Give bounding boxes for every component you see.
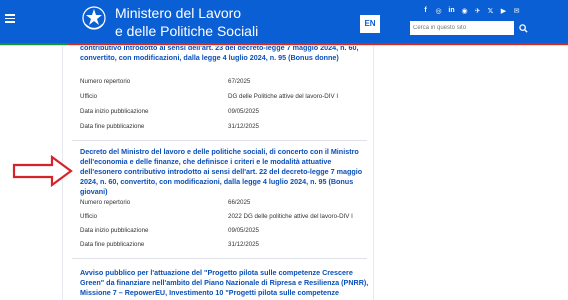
rss-icon[interactable]: ◉ [460,6,469,15]
meta-row: Ufficio 2022 DG delle politiche attive de… [80,213,370,223]
meta-row: Data inizio pubblicazione 09/05/2025 [80,108,370,118]
instagram-icon[interactable]: ◎ [434,6,443,15]
social-links: f ◎ in ◉ ✈ 𝕏 ▶ ✉ [421,6,521,15]
meta-value: 09/05/2025 [228,108,259,115]
item-title-link[interactable]: Avviso pubblico per l'attuazione del "Pr… [80,268,370,300]
meta-value: 67/2025 [228,78,251,85]
meta-value: 31/12/2025 [228,241,259,248]
telegram-icon[interactable]: ✈ [473,6,482,15]
meta-value: 2022 DG delle politiche attive del lavor… [228,213,353,220]
meta-row: Data fine pubblicazione 31/12/2025 [80,241,370,251]
list-item: Decreto del Ministro del lavoro e delle … [80,147,370,197]
facebook-icon[interactable]: f [421,6,430,15]
meta-label: Data fine pubblicazione [80,123,145,130]
meta-row: Data inizio pubblicazione 09/05/2025 [80,227,370,237]
meta-label: Numero repertorio [80,199,131,206]
linkedin-icon[interactable]: in [447,6,456,15]
meta-label: Ufficio [80,93,98,100]
meta-label: Data inizio pubblicazione [80,108,149,115]
site-title-line1: Ministero del Lavoro [115,5,242,21]
meta-value: 09/05/2025 [228,227,259,234]
list-item: contributivo introdotto ai sensi dell'ar… [80,46,370,63]
divider [72,140,367,141]
search-icon [518,23,528,33]
red-arrow-annotation [12,154,73,188]
email-icon[interactable]: ✉ [512,6,521,15]
divider [72,258,367,259]
site-title[interactable]: Ministero del Lavoro e delle Politiche S… [115,4,258,40]
decree-list: contributivo introdotto ai sensi dell'ar… [62,46,374,300]
meta-row: Ufficio DG delle Politiche attive del lav… [80,93,370,103]
meta-value: 66/2025 [228,199,251,206]
meta-row: Numero repertorio 67/2025 [80,78,370,88]
meta-label: Data inizio pubblicazione [80,227,149,234]
meta-label: Ufficio [80,213,98,220]
list-item: Avviso pubblico per l'attuazione del "Pr… [80,268,370,300]
site-title-line2: e delle Politiche Sociali [115,23,259,39]
meta-label: Numero repertorio [80,78,131,85]
meta-value: DG delle Politiche attive del lavoro-DIV… [228,93,339,100]
meta-value: 31/12/2025 [228,123,259,130]
item-title-link[interactable]: contributivo introdotto ai sensi dell'ar… [80,46,370,63]
search-input[interactable] [410,21,514,35]
menu-icon[interactable] [5,14,15,23]
republic-emblem-icon[interactable] [81,4,107,34]
x-icon[interactable]: 𝕏 [486,6,495,15]
youtube-icon[interactable]: ▶ [499,6,508,15]
language-button[interactable]: EN [360,15,380,33]
meta-row: Data fine pubblicazione 31/12/2025 [80,123,370,133]
item-title-link[interactable]: Decreto del Ministro del lavoro e delle … [80,147,370,197]
search-button[interactable] [516,21,530,35]
meta-row: Numero repertorio 66/2025 [80,199,370,209]
meta-label: Data fine pubblicazione [80,241,145,248]
